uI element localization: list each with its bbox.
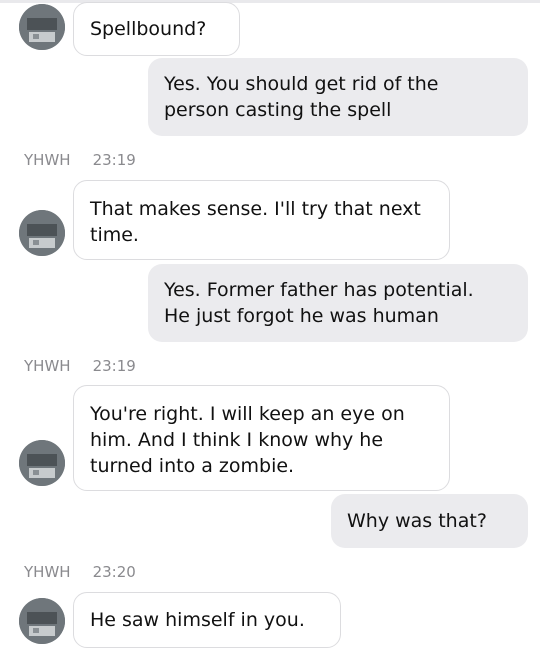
message-bubble-incoming[interactable]: That makes sense. I'll try that next tim… <box>73 180 450 260</box>
timestamp: 23:19 <box>92 151 136 169</box>
timestamp: 23:19 <box>92 357 136 375</box>
message-bubble-incoming[interactable]: Spellbound? <box>73 2 240 56</box>
message-text: That makes sense. I'll try that next <box>90 198 421 220</box>
message-text: turned into a zombie. <box>90 455 295 477</box>
message-meta: YHWH 23:19 <box>24 151 136 169</box>
avatar[interactable] <box>19 4 65 50</box>
message-bubble-outgoing[interactable]: Yes. You should get rid of the person ca… <box>148 58 528 136</box>
message-text: You're right. I will keep an eye on <box>90 403 405 425</box>
message-text: person casting the spell <box>164 99 392 121</box>
message-meta: YHWH 23:19 <box>24 357 136 375</box>
sender-name: YHWH <box>24 151 71 169</box>
avatar[interactable] <box>19 598 65 644</box>
sender-name: YHWH <box>24 563 71 581</box>
message-text: time. <box>90 224 139 246</box>
message-meta: YHWH 23:20 <box>24 563 136 581</box>
message-bubble-outgoing[interactable]: Why was that? <box>331 494 528 548</box>
message-text: Yes. Former father has potential. <box>164 279 474 301</box>
message-text: He just forgot he was human <box>164 305 439 327</box>
avatar[interactable] <box>19 440 65 486</box>
timestamp: 23:20 <box>92 563 136 581</box>
message-bubble-incoming[interactable]: You're right. I will keep an eye on him.… <box>73 385 450 491</box>
avatar[interactable] <box>19 210 65 256</box>
message-bubble-outgoing[interactable]: Yes. Former father has potential. He jus… <box>148 264 528 342</box>
sender-name: YHWH <box>24 357 71 375</box>
message-text: He saw himself in you. <box>90 609 305 631</box>
message-text: Why was that? <box>347 510 487 532</box>
message-text: him. And I think I know why he <box>90 429 384 451</box>
message-text: Yes. You should get rid of the <box>164 73 439 95</box>
message-text: Spellbound? <box>90 18 207 40</box>
message-bubble-incoming[interactable]: He saw himself in you. <box>73 592 341 648</box>
